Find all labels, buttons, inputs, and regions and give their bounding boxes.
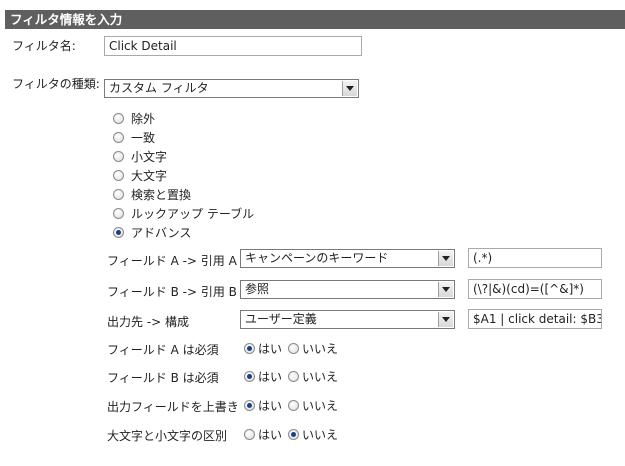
filter-type-label: フィルタの種類: (12, 77, 100, 91)
radio-label: 検索と置換 (131, 188, 192, 202)
filter-name-label: フィルタ名: (12, 39, 76, 53)
radio-option-lowercase[interactable]: 小文字 (113, 149, 167, 165)
radio-label: 小文字 (131, 150, 168, 164)
yes-radio[interactable] (244, 371, 255, 382)
section-header: フィルタ情報を入力 (5, 10, 625, 29)
radio-button[interactable] (113, 170, 124, 181)
chevron-down-icon[interactable] (342, 81, 357, 96)
field-a-value: キャンペーンのキーワード (245, 251, 389, 265)
field-b-value: 参照 (245, 282, 270, 296)
radio-option-advanced[interactable]: アドバンス (113, 225, 191, 241)
radio-option-lookup-table[interactable]: ルックアップ テーブル (113, 206, 254, 222)
output-label: 出力先 -> 構成 (107, 315, 190, 329)
yes-label: はい (258, 399, 283, 413)
filter-name-input[interactable]: Click Detail (104, 36, 362, 56)
setting-label: 大文字と小文字の区別 (107, 429, 228, 443)
radio-button[interactable] (113, 227, 124, 238)
no-label: いいえ (302, 399, 339, 413)
chevron-down-icon[interactable] (438, 282, 453, 297)
field-a-input[interactable]: (.*) (468, 248, 602, 268)
radio-label: アドバンス (131, 226, 192, 240)
yes-radio[interactable] (244, 429, 255, 440)
yes-radio[interactable] (244, 343, 255, 354)
field-a-select[interactable]: キャンペーンのキーワード (240, 249, 455, 268)
yes-label: はい (258, 370, 283, 384)
output-input[interactable]: $A1 | click detail: $B3 (468, 309, 602, 329)
radio-button[interactable] (113, 151, 124, 162)
output-select[interactable]: ユーザー定義 (240, 310, 455, 329)
no-radio[interactable] (288, 400, 300, 411)
field-b-label: フィールド B -> 引用 B (107, 285, 237, 299)
radio-button[interactable] (113, 208, 124, 219)
setting-label: フィールド A は必須 (107, 343, 219, 357)
radio-option-uppercase[interactable]: 大文字 (113, 168, 167, 184)
filter-type-select[interactable]: カスタム フィルタ (104, 79, 359, 98)
no-label: いいえ (302, 342, 339, 356)
no-radio[interactable] (288, 343, 300, 354)
no-label: いいえ (302, 428, 339, 442)
radio-option-exclude[interactable]: 除外 (113, 111, 155, 127)
setting-field-b-required: はい いいえ (244, 369, 344, 385)
radio-option-search-replace[interactable]: 検索と置換 (113, 187, 191, 203)
radio-option-include[interactable]: 一致 (113, 130, 155, 146)
yes-radio[interactable] (244, 400, 255, 411)
yes-label: はい (258, 428, 283, 442)
radio-button[interactable] (113, 189, 124, 200)
no-radio[interactable] (288, 371, 300, 382)
chevron-down-icon[interactable] (438, 251, 453, 266)
radio-label: 除外 (131, 112, 156, 126)
field-b-input[interactable]: (\?|&)(cd)=([^&]*) (468, 279, 602, 299)
output-value: ユーザー定義 (245, 312, 317, 326)
yes-label: はい (258, 342, 283, 356)
chevron-down-icon[interactable] (438, 312, 453, 327)
setting-label: フィールド B は必須 (107, 371, 219, 385)
field-b-select[interactable]: 参照 (240, 280, 455, 299)
field-a-label: フィールド A -> 引用 A (107, 254, 237, 268)
setting-case-sensitive: はい いいえ (244, 427, 344, 443)
setting-override-output: はい いいえ (244, 398, 344, 414)
setting-label: 出力フィールドを上書き (107, 400, 239, 414)
filter-type-value: カスタム フィルタ (109, 81, 209, 95)
no-label: いいえ (302, 370, 339, 384)
radio-label: 大文字 (131, 169, 168, 183)
radio-label: ルックアップ テーブル (131, 207, 255, 221)
radio-label: 一致 (131, 131, 156, 145)
no-radio[interactable] (288, 429, 300, 440)
setting-field-a-required: はい いいえ (244, 341, 344, 357)
radio-button[interactable] (113, 113, 124, 124)
radio-button[interactable] (113, 132, 124, 143)
